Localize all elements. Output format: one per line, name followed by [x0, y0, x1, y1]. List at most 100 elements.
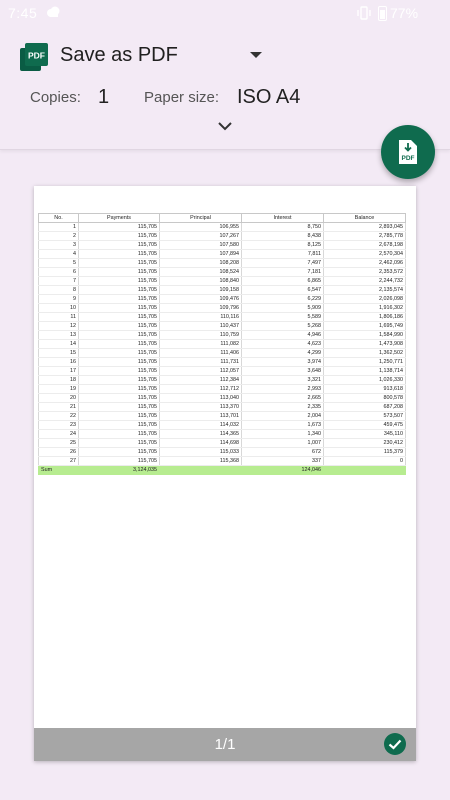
paper-size-selector[interactable]: ISO A4: [237, 86, 300, 109]
table-cell: 4: [38, 249, 79, 259]
status-time: 7:45: [8, 5, 38, 21]
table-cell: 108,208: [159, 258, 242, 268]
chevron-down-icon[interactable]: [216, 120, 234, 132]
table-cell: 8,438: [241, 231, 324, 241]
table-cell: 1,695,749: [323, 321, 406, 331]
table-cell: 2,993: [241, 384, 324, 394]
table-cell: 112,384: [159, 375, 242, 385]
table-cell: 7,181: [241, 267, 324, 277]
table-cell: 7: [38, 276, 79, 286]
table-cell: 115,705: [78, 222, 160, 232]
status-bar: 7:45 77%: [0, 0, 450, 28]
table-cell: 230,412: [323, 438, 406, 448]
check-circle-icon[interactable]: [384, 733, 406, 755]
table-cell: 112,712: [159, 384, 242, 394]
table-cell: 106,955: [159, 222, 242, 232]
table-row: 16 115,705 111,731 3,974 1,250,771: [38, 357, 406, 367]
table-cell: 13: [38, 330, 79, 340]
table-cell: 15: [38, 348, 79, 358]
table-cell: 16: [38, 357, 79, 367]
table-cell: 1,673: [241, 420, 324, 430]
table-cell: 108,524: [159, 267, 242, 277]
table-cell: 5,909: [241, 303, 324, 313]
save-pdf-button[interactable]: PDF: [381, 125, 435, 179]
column-header: Principal: [159, 213, 242, 223]
table-row: 2 115,705 107,267 8,438 2,785,778: [38, 231, 406, 241]
table-cell: 4,946: [241, 330, 324, 340]
table-row: 11 115,705 110,116 5,589 1,806,186: [38, 312, 406, 322]
table-row: 17 115,705 112,057 3,648 1,138,714: [38, 366, 406, 376]
table-cell: 0: [323, 456, 406, 466]
table-cell: 345,110: [323, 429, 406, 439]
table-cell: 115,705: [78, 276, 160, 286]
table-row: 27 115,705 115,368 337 0: [38, 456, 406, 466]
table-row: 23 115,705 114,032 1,673 459,475: [38, 420, 406, 430]
table-cell: 1,916,302: [323, 303, 406, 313]
table-cell: 2: [38, 231, 79, 241]
table-cell: 913,618: [323, 384, 406, 394]
table-cell: 1,362,502: [323, 348, 406, 358]
table-cell: 17: [38, 366, 79, 376]
table-row: 3 115,705 107,580 8,125 2,678,198: [38, 240, 406, 250]
paper-size-label: Paper size:: [144, 89, 220, 106]
battery-icon: [378, 5, 387, 21]
table-cell: 3,648: [241, 366, 324, 376]
table-cell: 2,026,098: [323, 294, 406, 304]
table-cell: 21: [38, 402, 79, 412]
table-cell: 27: [38, 456, 79, 466]
table-cell: 3: [38, 240, 79, 250]
table-cell: 459,475: [323, 420, 406, 430]
table-cell: 114,032: [159, 420, 242, 430]
table-row: 7 115,705 108,840 6,865 2,244,732: [38, 276, 406, 286]
table-cell: 115,705: [78, 249, 160, 259]
table-cell: 115,705: [78, 231, 160, 241]
column-header: Payments: [78, 213, 160, 223]
printer-selector[interactable]: Save as PDF: [60, 44, 178, 67]
table-cell: 2,570,304: [323, 249, 406, 259]
table-cell: 115,705: [78, 240, 160, 250]
table-cell: 2,785,778: [323, 231, 406, 241]
table-cell: 115,033: [159, 447, 242, 457]
copies-field[interactable]: 1: [98, 86, 109, 109]
page-footer-bar: 1/1: [34, 728, 416, 761]
download-pdf-icon: PDF: [399, 140, 417, 164]
table-cell: 115,705: [78, 357, 160, 367]
table-cell: 7,811: [241, 249, 324, 259]
table-cell: 115,705: [78, 456, 160, 466]
table-cell: 109,796: [159, 303, 242, 313]
table-cell: 2,004: [241, 411, 324, 421]
table-cell: 7,497: [241, 258, 324, 268]
table-cell: 115,705: [78, 294, 160, 304]
table-cell: 6,547: [241, 285, 324, 295]
table-cell: 2,135,574: [323, 285, 406, 295]
table-cell: 1,250,771: [323, 357, 406, 367]
table-cell: 6: [38, 267, 79, 277]
table-cell: 2,893,045: [323, 222, 406, 232]
table-cell: 687,208: [323, 402, 406, 412]
table-cell: 1,007: [241, 438, 324, 448]
table-cell: 672: [241, 447, 324, 457]
table-row: 13 115,705 110,759 4,946 1,584,990: [38, 330, 406, 340]
table-cell: 115,705: [78, 267, 160, 277]
table-cell: 11: [38, 312, 79, 322]
table-cell: 111,406: [159, 348, 242, 358]
table-cell: 5,268: [241, 321, 324, 331]
table-cell: 573,507: [323, 411, 406, 421]
table-cell: 113,701: [159, 411, 242, 421]
table-cell: 5,589: [241, 312, 324, 322]
table-row: 25 115,705 114,698 1,007 230,412: [38, 438, 406, 448]
table-cell: 26: [38, 447, 79, 457]
table-row: 24 115,705 114,365 1,340 345,110: [38, 429, 406, 439]
dropdown-arrow-icon[interactable]: [250, 52, 262, 58]
table-cell: 2,335: [241, 402, 324, 412]
table-cell: 115,705: [78, 348, 160, 358]
fab-pdf-text: PDF: [402, 155, 415, 162]
table-cell: 4,299: [241, 348, 324, 358]
table-row: 14 115,705 111,082 4,623 1,473,908: [38, 339, 406, 349]
table-cell: 8,750: [241, 222, 324, 232]
table-cell: 114,365: [159, 429, 242, 439]
table-cell: 111,082: [159, 339, 242, 349]
table-cell: 4,623: [241, 339, 324, 349]
table-row: 1 115,705 106,955 8,750 2,893,045: [38, 222, 406, 232]
table-cell: 23: [38, 420, 79, 430]
